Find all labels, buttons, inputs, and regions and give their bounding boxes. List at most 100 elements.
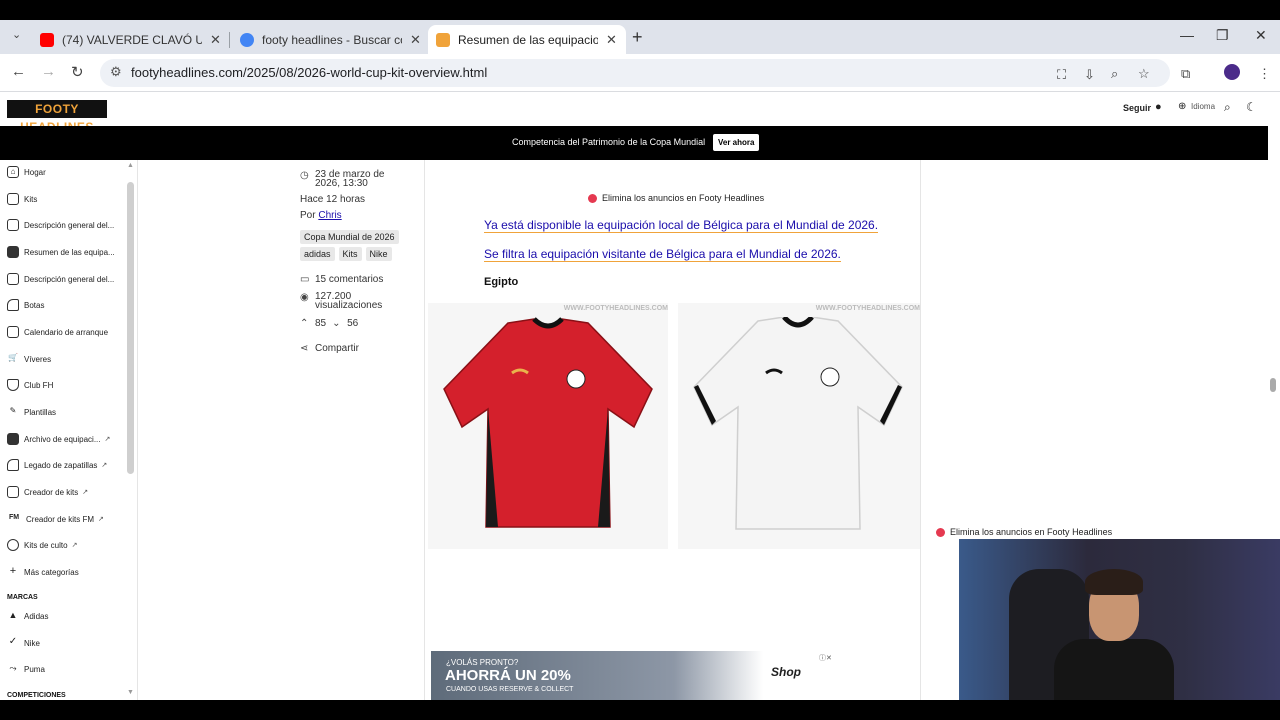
- tag-chip[interactable]: Nike: [365, 247, 392, 261]
- sidebar-item-label: Plantillas: [24, 407, 57, 417]
- reload-icon[interactable]: ↻: [71, 63, 84, 81]
- belgium-away-kit-link[interactable]: Se filtra la equipación visitante de Bél…: [484, 247, 841, 262]
- remove-ads-text: Elimina los anuncios en Footy Headlines: [950, 527, 1113, 537]
- sidebar-item-kit-creator-fm[interactable]: FM Creador de kits FM ↗: [7, 511, 104, 527]
- close-icon[interactable]: ✕: [410, 32, 421, 48]
- tab-footy-headlines[interactable]: Resumen de las equipaciones para ✕: [428, 25, 626, 54]
- account-icon[interactable]: ●: [1155, 101, 1162, 113]
- eye-icon: ◉: [300, 292, 309, 303]
- egypt-away-kit-image[interactable]: WWW.FOOTYHEADLINES.COM: [678, 303, 920, 549]
- sidebar-item-kits[interactable]: Kits: [7, 191, 37, 207]
- follow-button[interactable]: Seguir: [1123, 103, 1151, 113]
- forward-icon[interactable]: →: [41, 63, 56, 80]
- tag-chip[interactable]: adidas: [300, 247, 335, 261]
- external-link-icon: ↗: [82, 489, 89, 496]
- upvote-count: 85: [315, 318, 327, 329]
- dark-mode-icon[interactable]: ☾: [1246, 100, 1257, 114]
- sidebar-item-club-fh[interactable]: Club FH: [7, 377, 53, 393]
- sidebar-item-overview-1[interactable]: Descripción general del...: [7, 217, 114, 233]
- sidebar-item-summary[interactable]: Resumen de las equipa...: [7, 244, 115, 260]
- sidebar-item-kit-creator[interactable]: Creador de kits ↗: [7, 484, 88, 500]
- sidebar-item-label: Creador de kits: [24, 487, 79, 497]
- promo-banner: Competencia del Patrimonio de la Copa Mu…: [0, 126, 1268, 160]
- author-link[interactable]: Chris: [318, 210, 341, 221]
- search-icon[interactable]: ⌕: [1224, 100, 1231, 115]
- sidebar-item-boots[interactable]: Botas: [7, 297, 44, 313]
- sidebar-item-cult-kits[interactable]: Kits de culto ↗: [7, 537, 77, 553]
- sidebar-item-puma[interactable]: ⤳ Puma: [7, 661, 45, 677]
- sidebar-item-adidas[interactable]: ▲ Adidas: [7, 608, 49, 624]
- sidebar-item-sneaker-legacy[interactable]: Legado de zapatillas ↗: [7, 457, 107, 473]
- sidebar-item-more-categories[interactable]: + Más categorías: [7, 564, 79, 580]
- footy-headlines-icon: [436, 32, 450, 47]
- clock-icon: ◷: [300, 170, 309, 181]
- downvote-icon[interactable]: ⌄: [332, 318, 343, 329]
- tab-search-chevron-icon[interactable]: ⌄: [12, 28, 21, 41]
- remove-ads-link[interactable]: Elimina los anuncios en Footy Headlines: [588, 193, 764, 203]
- sidebar-item-label: Resumen de las equipa...: [24, 247, 115, 257]
- tab-google[interactable]: footy headlines - Buscar con Google ✕: [232, 25, 429, 54]
- site-logo[interactable]: FOOTY HEADLINES: [7, 100, 107, 134]
- sidebar-item-groceries[interactable]: 🛒 Víveres: [7, 351, 51, 367]
- column-divider: [920, 160, 921, 700]
- share-button[interactable]: ⋖ Compartir: [300, 343, 359, 354]
- address-bar[interactable]: ⚙ footyheadlines.com/2025/08/2026-world-…: [100, 59, 1170, 87]
- close-icon[interactable]: ✕: [606, 32, 617, 48]
- sidebar-item-label: Víveres: [24, 354, 52, 364]
- page-scrollbar[interactable]: [1270, 378, 1276, 392]
- egypt-home-kit-image[interactable]: WWW.FOOTYHEADLINES.COM: [428, 303, 668, 549]
- back-icon[interactable]: ←: [11, 63, 26, 80]
- close-icon[interactable]: ✕: [210, 32, 221, 48]
- site-header: FOOTY HEADLINES Seguir ● ⊕ Idioma ⌕ ☾: [0, 92, 1268, 134]
- external-link-icon: ↗: [71, 542, 78, 549]
- restore-icon[interactable]: ❐: [1216, 27, 1229, 44]
- install-icon[interactable]: ⇩: [1084, 67, 1095, 83]
- sidebar-item-label: Botas: [24, 300, 45, 310]
- remove-ads-link-sidebar[interactable]: Elimina los anuncios en Footy Headlines: [936, 527, 1112, 537]
- banner-button[interactable]: Ver ahora: [713, 134, 760, 151]
- scroll-up-arrow-icon[interactable]: ▲: [127, 162, 134, 169]
- sidebar-item-nike[interactable]: ✓ Nike: [7, 635, 40, 651]
- watermark: WWW.FOOTYHEADLINES.COM: [563, 305, 668, 312]
- language-button[interactable]: Idioma: [1191, 102, 1215, 111]
- sidebar-item-boot-calendar[interactable]: Calendario de arranque: [7, 324, 108, 340]
- profile-avatar[interactable]: [1224, 64, 1240, 80]
- advertisement[interactable]: ¿VOLÁS PRONTO? AHORRÁ UN 20% CUANDO USAS…: [431, 651, 836, 700]
- translate-icon[interactable]: ⛶: [1057, 67, 1066, 83]
- sidebar-item-overview-2[interactable]: Descripción general del...: [7, 271, 114, 287]
- sidebar-item-label: Calendario de arranque: [24, 327, 109, 337]
- bookmark-star-icon[interactable]: ☆: [1138, 66, 1150, 82]
- tag-chip[interactable]: Copa Mundial de 2026: [300, 230, 399, 244]
- sidebar-item-templates[interactable]: ✎ Plantillas: [7, 404, 56, 420]
- scroll-down-arrow-icon[interactable]: ▼: [127, 689, 134, 696]
- extensions-icon[interactable]: ⧉: [1181, 66, 1190, 82]
- sidebar-item-kit-archive[interactable]: Archivo de equipaci... ↗: [7, 431, 110, 447]
- window-close-icon[interactable]: ✕: [1255, 27, 1267, 44]
- sidebar-item-label: Archivo de equipaci...: [24, 434, 101, 444]
- tag-chip[interactable]: Kits: [338, 247, 362, 261]
- ad-choices-icon[interactable]: ⓘ✕: [819, 653, 832, 663]
- globe-icon[interactable]: ⊕: [1178, 101, 1186, 112]
- zoom-icon[interactable]: ⌕: [1111, 66, 1118, 82]
- no-ads-icon: [588, 193, 597, 203]
- site-info-icon[interactable]: ⚙: [110, 64, 122, 80]
- cart-icon: 🛒: [8, 353, 18, 362]
- belgium-home-kit-link[interactable]: Ya está disponible la equipación local d…: [484, 218, 879, 233]
- comments-link[interactable]: ▭ 15 comentarios: [300, 274, 383, 285]
- views-count: ◉ 127.200 visualizaciones: [300, 292, 412, 311]
- sidebar-scrollbar[interactable]: [127, 182, 134, 474]
- shirt-icon: [7, 273, 19, 285]
- brush-icon: ✎: [9, 406, 17, 415]
- boot-icon: [7, 299, 19, 311]
- sidebar-item-home[interactable]: ⌂ Hogar: [7, 164, 46, 180]
- menu-icon[interactable]: ⋮: [1258, 66, 1271, 82]
- share-icon: ⋖: [300, 343, 309, 354]
- minimize-icon[interactable]: —: [1180, 27, 1194, 43]
- archive-icon: [7, 433, 19, 445]
- shield-icon: [7, 379, 19, 391]
- tab-youtube[interactable]: (74) VALVERDE CLAVÓ UN GOLAZO ✕: [32, 25, 229, 54]
- vote-controls: ⌃ 85 ⌄ 56: [300, 318, 358, 329]
- sidebar-item-label: Nike: [24, 638, 41, 648]
- upvote-icon[interactable]: ⌃: [300, 318, 311, 329]
- new-tab-icon[interactable]: +: [632, 27, 643, 48]
